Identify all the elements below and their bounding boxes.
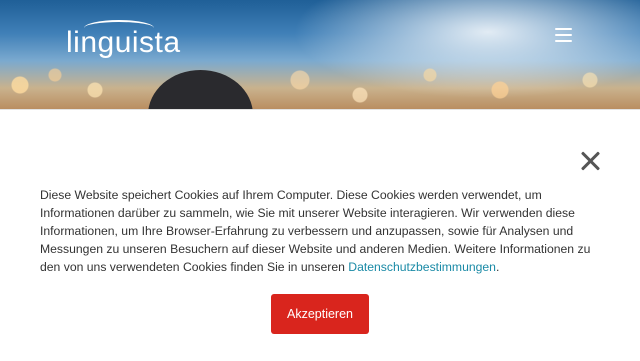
site-logo[interactable]: linguista — [66, 28, 181, 58]
cookie-notice-body: Diese Website speichert Cookies auf Ihre… — [40, 188, 591, 274]
cookie-notice-text: Diese Website speichert Cookies auf Ihre… — [40, 186, 600, 276]
hamburger-menu-icon[interactable] — [553, 26, 575, 44]
accept-cookies-button[interactable]: Akzeptieren — [271, 294, 369, 334]
close-icon[interactable] — [579, 150, 601, 172]
privacy-policy-link[interactable]: Datenschutzbestimmungen — [348, 260, 496, 274]
cookie-notice-end: . — [495, 260, 500, 274]
